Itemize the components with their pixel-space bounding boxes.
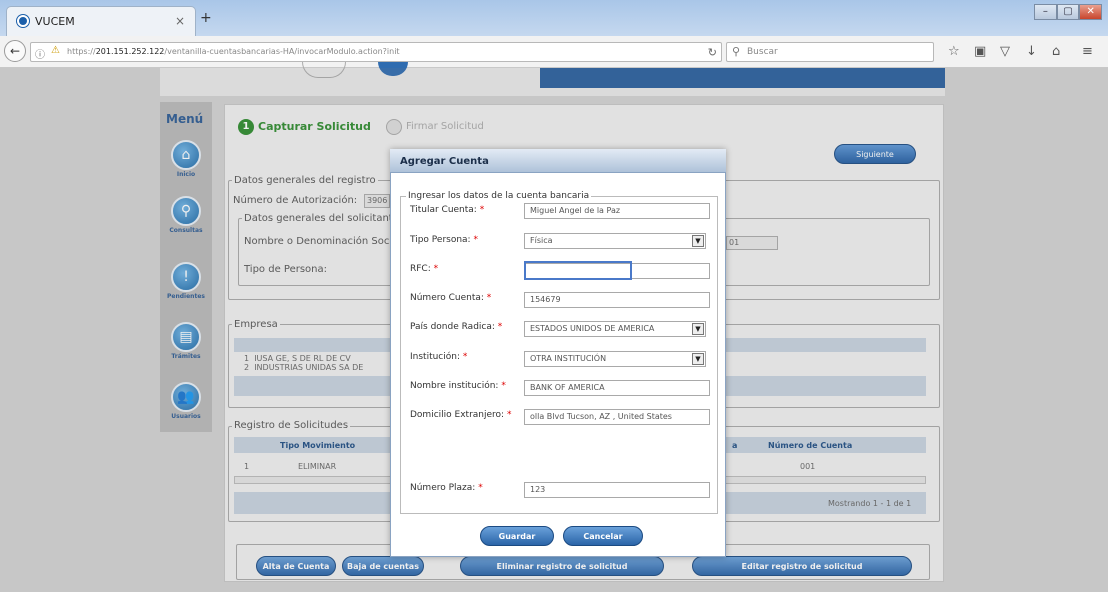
person-type-value: Física (530, 236, 553, 245)
reload-icon[interactable]: ↻ (708, 46, 717, 59)
url-text: https://201.151.252.122/ventanilla-cuent… (67, 47, 400, 56)
save-button[interactable]: Guardar (480, 526, 554, 546)
country-label-text: País donde Radica: (410, 322, 495, 332)
dropdown-arrow-icon[interactable]: ▼ (692, 235, 704, 247)
country-value: ESTADOS UNIDOS DE AMERICA (530, 324, 655, 333)
bank-account-legend: Ingresar los datos de la cuenta bancaria (406, 191, 592, 201)
holder-label: Titular Cuenta: * (410, 205, 484, 215)
country-select[interactable]: ESTADOS UNIDOS DE AMERICA ▼ (524, 321, 706, 337)
plaza-input[interactable]: 123 (524, 482, 710, 498)
required-mark: * (473, 235, 478, 245)
info-icon[interactable]: ⓘ (35, 46, 45, 61)
bookmark-star-icon[interactable]: ☆ (948, 44, 960, 59)
maximize-button[interactable]: ▢ (1056, 4, 1080, 20)
search-placeholder: Buscar (747, 47, 778, 57)
institution-name-label-text: Nombre institución: (410, 381, 499, 391)
pocket-icon[interactable]: ▽ (1000, 44, 1010, 59)
institution-value: OTRA INSTITUCIÓN (530, 354, 607, 363)
plaza-label-text: Número Plaza: (410, 483, 476, 493)
rfc-focus-outline (524, 261, 632, 280)
account-number-label-text: Número Cuenta: (410, 293, 484, 303)
person-type-select[interactable]: Física ▼ (524, 233, 706, 249)
rfc-label-text: RFC: (410, 264, 431, 274)
tab-title: VUCEM (35, 15, 75, 28)
required-mark: * (506, 410, 512, 420)
new-tab-button[interactable]: + (200, 10, 212, 26)
magnifier-icon: ⚲ (732, 45, 741, 58)
vucem-favicon-icon (17, 15, 29, 27)
holder-label-text: Titular Cuenta: (410, 205, 477, 215)
url-prefix: https:// (67, 47, 96, 56)
back-arrow-icon[interactable]: ← (4, 40, 26, 62)
download-icon[interactable]: ↓ (1026, 44, 1037, 59)
institution-label: Institución: * (410, 352, 467, 362)
institution-select[interactable]: OTRA INSTITUCIÓN ▼ (524, 351, 706, 367)
required-mark: * (501, 381, 506, 391)
person-type-label: Tipo Persona: * (410, 235, 478, 245)
minimize-button[interactable]: – (1034, 4, 1057, 20)
window-controls: – ▢ ✕ (1034, 4, 1103, 22)
institution-name-input[interactable]: BANK OF AMERICA (524, 380, 710, 396)
holder-input[interactable]: Miguel Angel de la Paz (524, 203, 710, 219)
required-mark: * (486, 293, 492, 303)
foreign-address-label: Domicilio Extranjero: * (410, 410, 511, 420)
foreign-address-label-text: Domicilio Extranjero: (410, 410, 505, 420)
close-window-button[interactable]: ✕ (1079, 4, 1103, 20)
home-toolbar-icon[interactable]: ⌂ (1052, 44, 1060, 59)
browser-search-box[interactable]: ⚲ Buscar (726, 42, 934, 62)
dropdown-arrow-icon[interactable]: ▼ (692, 323, 704, 335)
cancel-button[interactable]: Cancelar (563, 526, 643, 546)
dropdown-arrow-icon[interactable]: ▼ (692, 353, 704, 365)
browser-tab[interactable]: VUCEM × (6, 6, 196, 36)
lock-warning-icon[interactable]: ⚠ (51, 45, 60, 56)
institution-label-text: Institución: (410, 352, 461, 362)
required-mark: * (462, 352, 468, 362)
required-mark: * (433, 264, 439, 274)
rfc-label: RFC: * (410, 264, 438, 274)
url-host: 201.151.252.122 (95, 47, 165, 56)
tab-close-icon[interactable]: × (175, 14, 185, 28)
country-label: País donde Radica: * (410, 322, 502, 332)
institution-name-label: Nombre institución: * (410, 381, 506, 391)
required-mark: * (478, 483, 483, 493)
required-mark: * (497, 322, 503, 332)
account-number-label: Número Cuenta: * (410, 293, 491, 303)
required-mark: * (479, 205, 485, 215)
url-path: /ventanilla-cuentasbancarias-HA/invocarM… (164, 47, 400, 56)
dialog-title: Agregar Cuenta (400, 156, 489, 167)
address-bar[interactable]: ⓘ ⚠ https://201.151.252.122/ventanilla-c… (30, 42, 722, 62)
plaza-label: Número Plaza: * (410, 483, 483, 493)
person-type-label-text: Tipo Persona: (410, 235, 471, 245)
hamburger-menu-icon[interactable]: ≡ (1082, 44, 1093, 59)
account-number-input[interactable]: 154679 (524, 292, 710, 308)
foreign-address-input[interactable]: olla Blvd Tucson, AZ , United States (524, 409, 710, 425)
bookmarks-library-icon[interactable]: ▣ (974, 44, 986, 59)
